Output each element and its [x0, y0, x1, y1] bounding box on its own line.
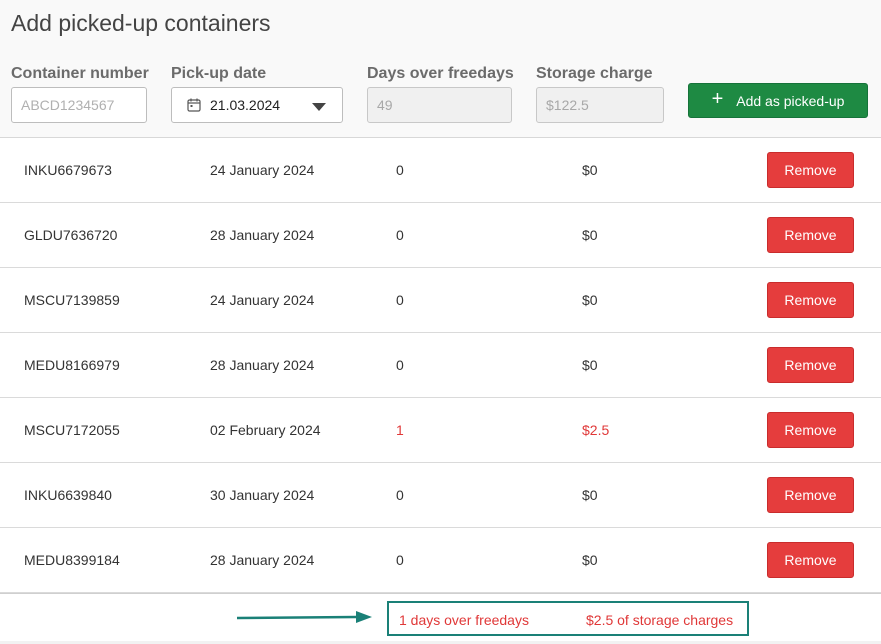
storage-charge-cell: $0	[582, 292, 598, 308]
pickup-date-cell: 28 January 2024	[210, 227, 315, 243]
container-table: INKU6679673 24 January 2024 0 $0 Remove …	[0, 138, 881, 593]
storage-charge-cell: $0	[582, 487, 598, 503]
container-number-input[interactable]	[11, 87, 147, 123]
table-row: INKU6639840 30 January 2024 0 $0 Remove	[0, 463, 881, 528]
pickup-date-cell: 02 February 2024	[210, 422, 321, 438]
plus-icon: +	[711, 88, 724, 110]
summary-divider	[0, 593, 881, 594]
days-over-cell: 0	[396, 357, 404, 373]
calendar-icon	[187, 98, 201, 112]
container-number-cell: GLDU7636720	[24, 227, 118, 243]
pickup-date-cell: 24 January 2024	[210, 292, 315, 308]
storage-charge-cell: $2.5	[582, 422, 610, 438]
remove-button[interactable]: Remove	[767, 412, 854, 448]
summary-totals: 1 days over freedays $2.5 of storage cha…	[387, 601, 749, 636]
remove-button[interactable]: Remove	[767, 282, 854, 318]
total-days-over-text: 1 days over freedays	[399, 612, 529, 628]
remove-button[interactable]: Remove	[767, 217, 854, 253]
pickup-date-label: Pick-up date	[171, 65, 267, 82]
days-over-cell: 0	[396, 162, 404, 178]
container-number-cell: MEDU8166979	[24, 357, 120, 373]
container-number-cell: MSCU7139859	[24, 292, 120, 308]
table-row: INKU6679673 24 January 2024 0 $0 Remove	[0, 138, 881, 203]
pickup-date-cell: 28 January 2024	[210, 357, 315, 373]
pickup-date-cell: 28 January 2024	[210, 552, 315, 568]
remove-button[interactable]: Remove	[767, 347, 854, 383]
days-over-cell: 0	[396, 292, 404, 308]
days-over-cell: 0	[396, 552, 404, 568]
storage-charge-cell: $0	[582, 357, 598, 373]
days-over-cell: 0	[396, 487, 404, 503]
storage-charge-label: Storage charge	[536, 65, 653, 82]
table-row: MSCU7139859 24 January 2024 0 $0 Remove	[0, 268, 881, 333]
add-as-picked-up-button[interactable]: + Add as picked-up	[688, 83, 868, 118]
remove-button[interactable]: Remove	[767, 152, 854, 188]
pickup-date-cell: 30 January 2024	[210, 487, 315, 503]
days-over-field	[367, 87, 512, 123]
arrow-right-icon	[236, 611, 372, 623]
storage-charge-cell: $0	[582, 552, 598, 568]
table-row: MSCU7172055 02 February 2024 1 $2.5 Remo…	[0, 398, 881, 463]
table-row: MEDU8166979 28 January 2024 0 $0 Remove	[0, 333, 881, 398]
table-row: MEDU8399184 28 January 2024 0 $0 Remove	[0, 528, 881, 593]
container-number-cell: MEDU8399184	[24, 552, 120, 568]
total-storage-charges-text: $2.5 of storage charges	[586, 612, 734, 628]
container-number-cell: MSCU7172055	[24, 422, 120, 438]
pickup-date-picker[interactable]: 21.03.2024	[171, 87, 343, 123]
days-over-cell: 0	[396, 227, 404, 243]
pickup-date-value: 21.03.2024	[210, 97, 281, 113]
storage-charge-cell: $0	[582, 227, 598, 243]
add-button-label: Add as picked-up	[736, 92, 845, 109]
remove-button[interactable]: Remove	[767, 477, 854, 513]
storage-charge-cell: $0	[582, 162, 598, 178]
chevron-down-icon[interactable]	[312, 103, 326, 111]
container-number-label: Container number	[11, 65, 149, 82]
days-over-cell: 1	[396, 422, 404, 438]
remove-button[interactable]: Remove	[767, 542, 854, 578]
pickup-date-cell: 24 January 2024	[210, 162, 315, 178]
storage-charge-field	[536, 87, 664, 123]
form-header: Add picked-up containers Container numbe…	[0, 0, 881, 138]
days-over-label: Days over freedays	[367, 65, 514, 82]
container-number-cell: INKU6679673	[24, 162, 112, 178]
container-number-cell: INKU6639840	[24, 487, 112, 503]
table-row: GLDU7636720 28 January 2024 0 $0 Remove	[0, 203, 881, 268]
page-title: Add picked-up containers	[11, 10, 271, 36]
